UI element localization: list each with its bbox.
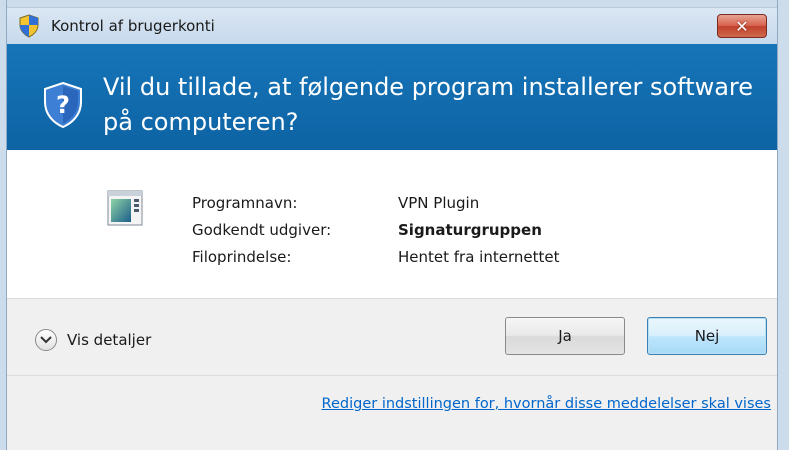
program-window-icon: [107, 190, 143, 226]
window-frame-top: [0, 0, 789, 8]
button-bar: Vis detaljer Ja Nej: [7, 298, 777, 376]
program-name-value: VPN Plugin: [398, 194, 480, 212]
show-details-toggle[interactable]: Vis detaljer: [35, 329, 151, 351]
file-origin-label: Filoprindelse:: [192, 248, 292, 266]
program-details: Programnavn: VPN Plugin Godkendt udgiver…: [7, 150, 777, 298]
question-shield-icon: ?: [44, 82, 82, 128]
show-details-label[interactable]: Vis detaljer: [67, 331, 151, 349]
settings-link-area: Rediger indstillingen for, hvornår disse…: [7, 376, 777, 450]
svg-text:?: ?: [56, 91, 70, 119]
prompt-header: ? Vil du tillade, at følgende program in…: [7, 44, 777, 150]
chevron-down-icon[interactable]: [35, 329, 57, 351]
window-frame-right: [777, 0, 789, 450]
yes-button[interactable]: Ja: [505, 317, 625, 355]
close-icon: ✕: [735, 16, 749, 36]
publisher-label: Godkendt udgiver:: [192, 221, 332, 239]
file-origin-row: Filoprindelse: Hentet fra internettet: [192, 244, 559, 271]
close-button[interactable]: ✕: [717, 14, 767, 38]
uac-shield-icon: [19, 14, 39, 38]
prompt-question: Vil du tillade, at følgende program inst…: [103, 73, 754, 136]
no-button[interactable]: Nej: [647, 317, 767, 355]
title-bar[interactable]: Kontrol af brugerkonti ✕: [7, 8, 777, 44]
program-info: Programnavn: VPN Plugin Godkendt udgiver…: [192, 190, 559, 271]
program-name-row: Programnavn: VPN Plugin: [192, 190, 559, 217]
uac-dialog: Kontrol af brugerkonti ✕ ? Vil du tillad…: [0, 0, 789, 450]
publisher-value: Signaturgruppen: [398, 221, 542, 239]
window-title: Kontrol af brugerkonti: [51, 17, 215, 35]
program-name-label: Programnavn:: [192, 194, 298, 212]
change-settings-link[interactable]: Rediger indstillingen for, hvornår disse…: [322, 396, 771, 412]
publisher-row: Godkendt udgiver: Signaturgruppen: [192, 217, 559, 244]
file-origin-value: Hentet fra internettet: [398, 248, 560, 266]
window-frame-left: [0, 0, 7, 450]
